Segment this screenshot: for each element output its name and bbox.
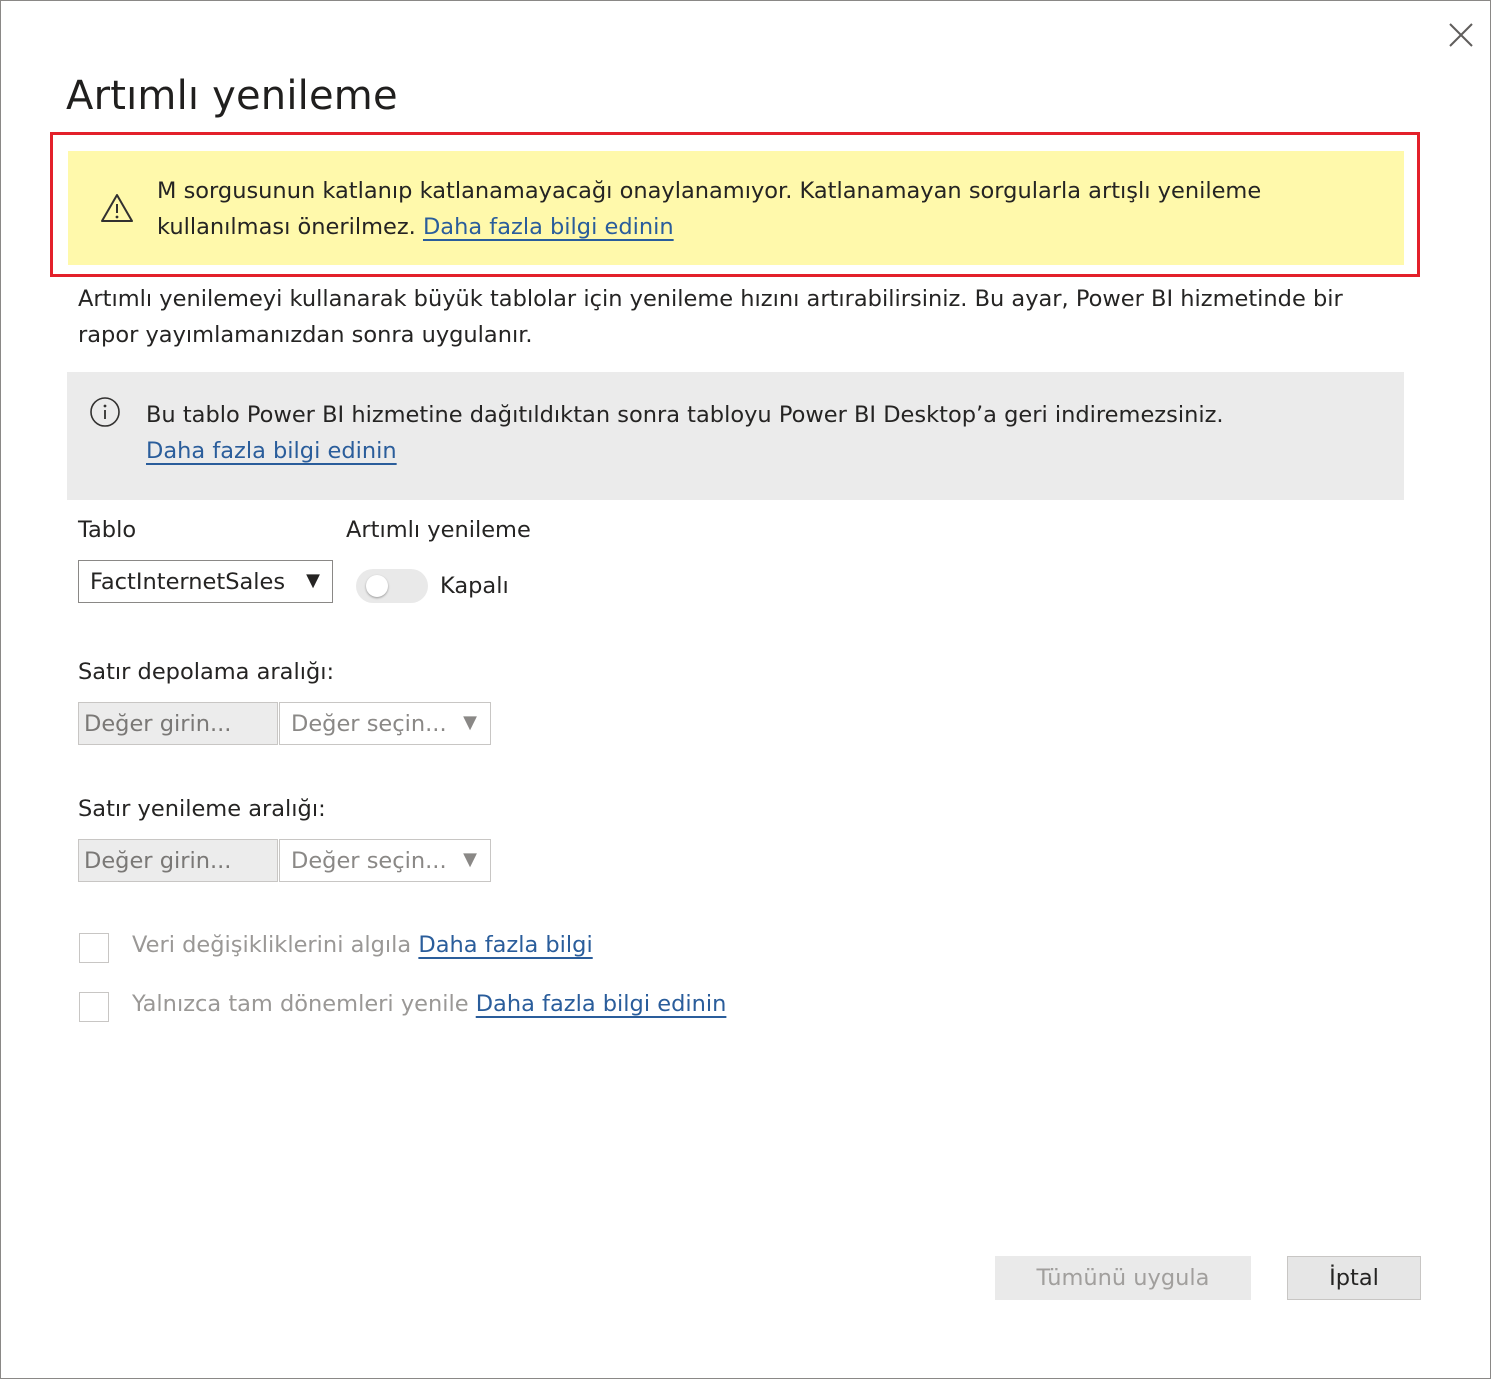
dialog-title: Artımlı yenileme: [66, 73, 398, 119]
complete-periods-option: Yalnızca tam dönemleri yenile Daha fazla…: [132, 991, 726, 1017]
refresh-unit-dropdown[interactable]: Değer seçin... ▼: [279, 839, 491, 882]
refresh-unit-placeholder: Değer seçin...: [291, 848, 447, 874]
table-dropdown[interactable]: FactInternetSales ▼: [78, 560, 333, 603]
incremental-refresh-toggle[interactable]: [356, 569, 428, 603]
description-text: Artımlı yenilemeyi kullanarak büyük tabl…: [78, 286, 1343, 348]
info-banner: Bu tablo Power BI hizmetine dağıtıldıkta…: [67, 372, 1404, 500]
complete-periods-learn-more-link[interactable]: Daha fazla bilgi edinin: [476, 991, 727, 1017]
chevron-down-icon: ▼: [306, 570, 320, 591]
chevron-down-icon: ▼: [463, 712, 477, 733]
storage-unit-dropdown[interactable]: Değer seçin... ▼: [279, 702, 491, 745]
complete-periods-checkbox[interactable]: [79, 992, 109, 1022]
cancel-button[interactable]: İptal: [1287, 1256, 1421, 1300]
toggle-state-label: Kapalı: [440, 573, 509, 599]
table-dropdown-value: FactInternetSales: [90, 569, 286, 595]
detect-changes-checkbox[interactable]: [79, 933, 109, 963]
storage-range-label: Satır depolama aralığı:: [78, 659, 335, 685]
info-message: Bu tablo Power BI hizmetine dağıtıldıkta…: [146, 397, 1376, 469]
info-icon: [90, 397, 120, 427]
table-label: Tablo: [78, 517, 137, 543]
refresh-value-input[interactable]: [78, 839, 278, 882]
close-icon: [1449, 23, 1473, 47]
storage-value-input[interactable]: [78, 702, 278, 745]
apply-all-button[interactable]: Tümünü uygula: [995, 1256, 1251, 1300]
incremental-refresh-dialog: Artımlı yenileme M sorgusunun katlanıp k…: [0, 0, 1491, 1379]
refresh-range-label: Satır yenileme aralığı:: [78, 796, 326, 822]
warning-highlight-frame: [50, 132, 1420, 277]
info-text: Bu tablo Power BI hizmetine dağıtıldıkta…: [146, 402, 1224, 428]
info-learn-more-link[interactable]: Daha fazla bilgi edinin: [146, 438, 397, 464]
chevron-down-icon: ▼: [463, 849, 477, 870]
detect-changes-label: Veri değişikliklerini algıla: [132, 932, 412, 958]
storage-unit-placeholder: Değer seçin...: [291, 711, 447, 737]
incremental-refresh-label: Artımlı yenileme: [346, 517, 531, 543]
close-button[interactable]: [1445, 19, 1477, 51]
detect-changes-option: Veri değişikliklerini algıla Daha fazla …: [132, 932, 593, 958]
detect-changes-learn-more-link[interactable]: Daha fazla bilgi: [418, 932, 592, 958]
complete-periods-label: Yalnızca tam dönemleri yenile: [132, 991, 469, 1017]
toggle-knob: [366, 575, 388, 597]
